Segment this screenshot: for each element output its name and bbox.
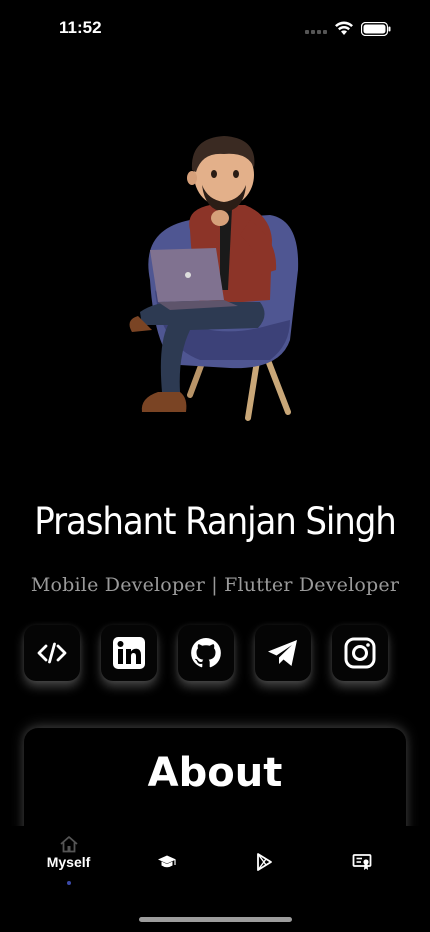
github-button[interactable] [178, 625, 234, 681]
github-icon [191, 638, 221, 668]
nav-item-projects[interactable] [210, 826, 317, 896]
play-store-icon [256, 853, 272, 871]
status-bar: 11:52 [0, 0, 430, 56]
telegram-button[interactable] [255, 625, 311, 681]
nav-item-education[interactable] [113, 826, 220, 896]
linkedin-icon [113, 637, 145, 669]
status-time: 11:52 [59, 18, 102, 37]
graduation-cap-icon [157, 855, 176, 868]
instagram-button[interactable] [332, 625, 388, 681]
telegram-icon [268, 640, 297, 666]
battery-icon [361, 22, 391, 36]
nav-label-myself: Myself [46, 854, 91, 870]
active-indicator [66, 881, 71, 885]
nav-item-certificates[interactable] [308, 826, 415, 896]
nav-item-myself[interactable]: Myself [15, 826, 122, 896]
linkedin-button[interactable] [101, 625, 157, 681]
wifi-icon [335, 21, 353, 35]
code-button[interactable] [24, 625, 80, 681]
about-title: About [147, 750, 283, 796]
instagram-icon [344, 637, 376, 669]
certificate-icon [352, 854, 371, 870]
signal-icon [305, 30, 327, 34]
profile-name: Prashant Ranjan Singh [34, 500, 396, 543]
home-indicator[interactable] [139, 917, 292, 922]
code-icon [37, 642, 67, 664]
social-links [24, 625, 406, 685]
home-icon [59, 836, 78, 853]
avatar-illustration [129, 136, 299, 421]
profile-role: Mobile Developer | Flutter Developer [30, 574, 400, 596]
